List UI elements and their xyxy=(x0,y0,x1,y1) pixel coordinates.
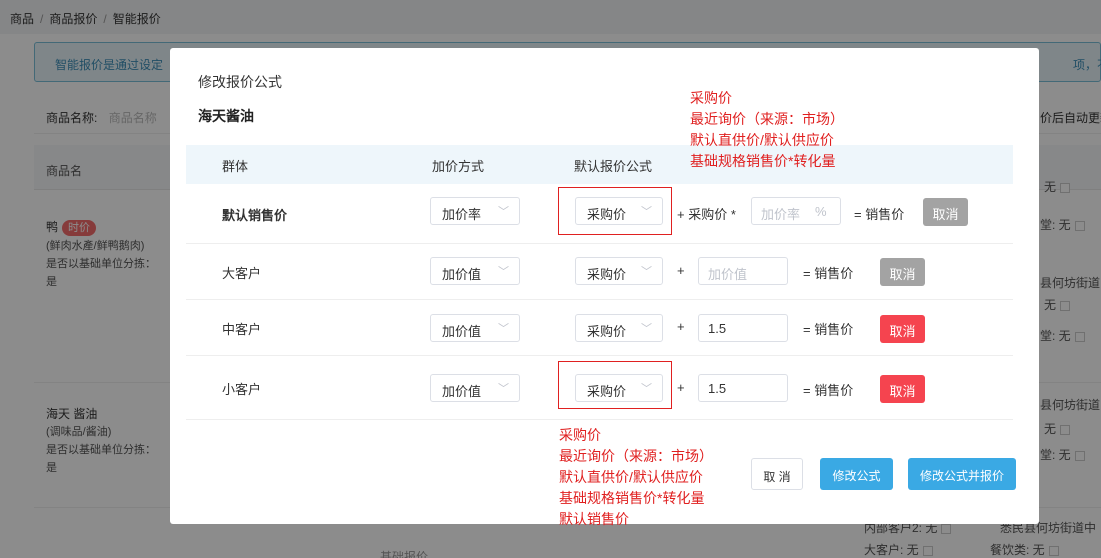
base-price-select[interactable]: 采购价 ﹀ xyxy=(575,314,663,342)
formula-operator: + xyxy=(677,263,685,278)
markup-method-select[interactable]: 加价率 ﹀ xyxy=(430,197,520,225)
header-group: 群体 xyxy=(222,159,249,174)
markup-value-input[interactable]: 1.5 xyxy=(698,314,788,342)
formula-operator: + xyxy=(677,380,685,395)
annotation-line: 默认销售价 xyxy=(559,511,629,527)
modify-formula-button[interactable]: 修改公式 xyxy=(820,458,893,490)
annotation-bottom: 采购价 最近询价（来源：市场） 默认直供价/默认供应价 基础规格销售价*转化量 … xyxy=(559,425,713,530)
chevron-down-icon: ﹀ xyxy=(498,383,509,395)
chevron-down-icon: ﹀ xyxy=(498,266,509,278)
markup-value-input[interactable]: 1.5 xyxy=(698,374,788,402)
cancel-row-button[interactable]: 取消 xyxy=(923,198,968,226)
chevron-down-icon: ﹀ xyxy=(641,266,652,278)
group-label: 中客户 xyxy=(222,322,262,337)
annotation-top: 采购价 最近询价（来源：市场） 默认直供价/默认供应价 基础规格销售价*转化量 xyxy=(690,88,844,172)
header-default-formula: 默认报价公式 xyxy=(574,159,653,174)
cancel-row-button[interactable]: 取消 xyxy=(880,375,925,403)
annotation-line: 采购价 xyxy=(559,427,601,443)
table-row: 大客户 加价值 ﹀ 采购价 ﹀ + 加价值 = 销售价 取消 xyxy=(186,244,1013,300)
cancel-row-button[interactable]: 取消 xyxy=(880,315,925,343)
dialog-title: 修改报价公式 xyxy=(198,74,282,90)
header-markup-method: 加价方式 xyxy=(432,159,485,174)
annotation-line: 基础规格销售价*转化量 xyxy=(559,490,705,506)
group-label: 默认销售价 xyxy=(222,208,288,223)
markup-rate-input[interactable]: 加价率% xyxy=(751,197,841,225)
group-label: 小客户 xyxy=(222,382,262,397)
product-title: 海天酱油 xyxy=(198,108,254,124)
annotation-box xyxy=(558,361,672,409)
formula-operator: + xyxy=(677,319,685,334)
annotation-line: 基础规格销售价*转化量 xyxy=(690,153,836,169)
cancel-row-button[interactable]: 取消 xyxy=(880,258,925,286)
group-label: 大客户 xyxy=(222,266,262,281)
percent-unit: % xyxy=(815,204,827,219)
base-price-select[interactable]: 采购价 ﹀ xyxy=(575,257,663,285)
annotation-line: 默认直供价/默认供应价 xyxy=(690,132,834,148)
markup-method-select[interactable]: 加价值 ﹀ xyxy=(430,314,520,342)
chevron-down-icon: ﹀ xyxy=(498,323,509,335)
result-label: = 销售价 xyxy=(803,322,854,337)
markup-value-input[interactable]: 加价值 xyxy=(698,257,788,285)
annotation-line: 默认直供价/默认供应价 xyxy=(559,469,703,485)
annotation-line: 最近询价（来源：市场） xyxy=(559,448,713,464)
annotation-line: 采购价 xyxy=(690,90,732,106)
result-label: = 销售价 xyxy=(803,266,854,281)
formula-operator: + 采购价 * xyxy=(677,207,736,222)
chevron-down-icon: ﹀ xyxy=(641,323,652,335)
annotation-line: 最近询价（来源：市场） xyxy=(690,111,844,127)
markup-method-select[interactable]: 加价值 ﹀ xyxy=(430,374,520,402)
cancel-button[interactable]: 取 消 xyxy=(751,458,803,490)
result-label: = 销售价 xyxy=(803,383,854,398)
table-header: 群体 加价方式 默认报价公式 xyxy=(186,145,1013,184)
annotation-box xyxy=(558,187,672,235)
modify-formula-and-quote-button[interactable]: 修改公式并报价 xyxy=(908,458,1016,490)
table-row: 中客户 加价值 ﹀ 采购价 ﹀ + 1.5 = 销售价 取消 xyxy=(186,300,1013,356)
result-label: = 销售价 xyxy=(854,207,905,222)
chevron-down-icon: ﹀ xyxy=(498,206,509,218)
markup-method-select[interactable]: 加价值 ﹀ xyxy=(430,257,520,285)
